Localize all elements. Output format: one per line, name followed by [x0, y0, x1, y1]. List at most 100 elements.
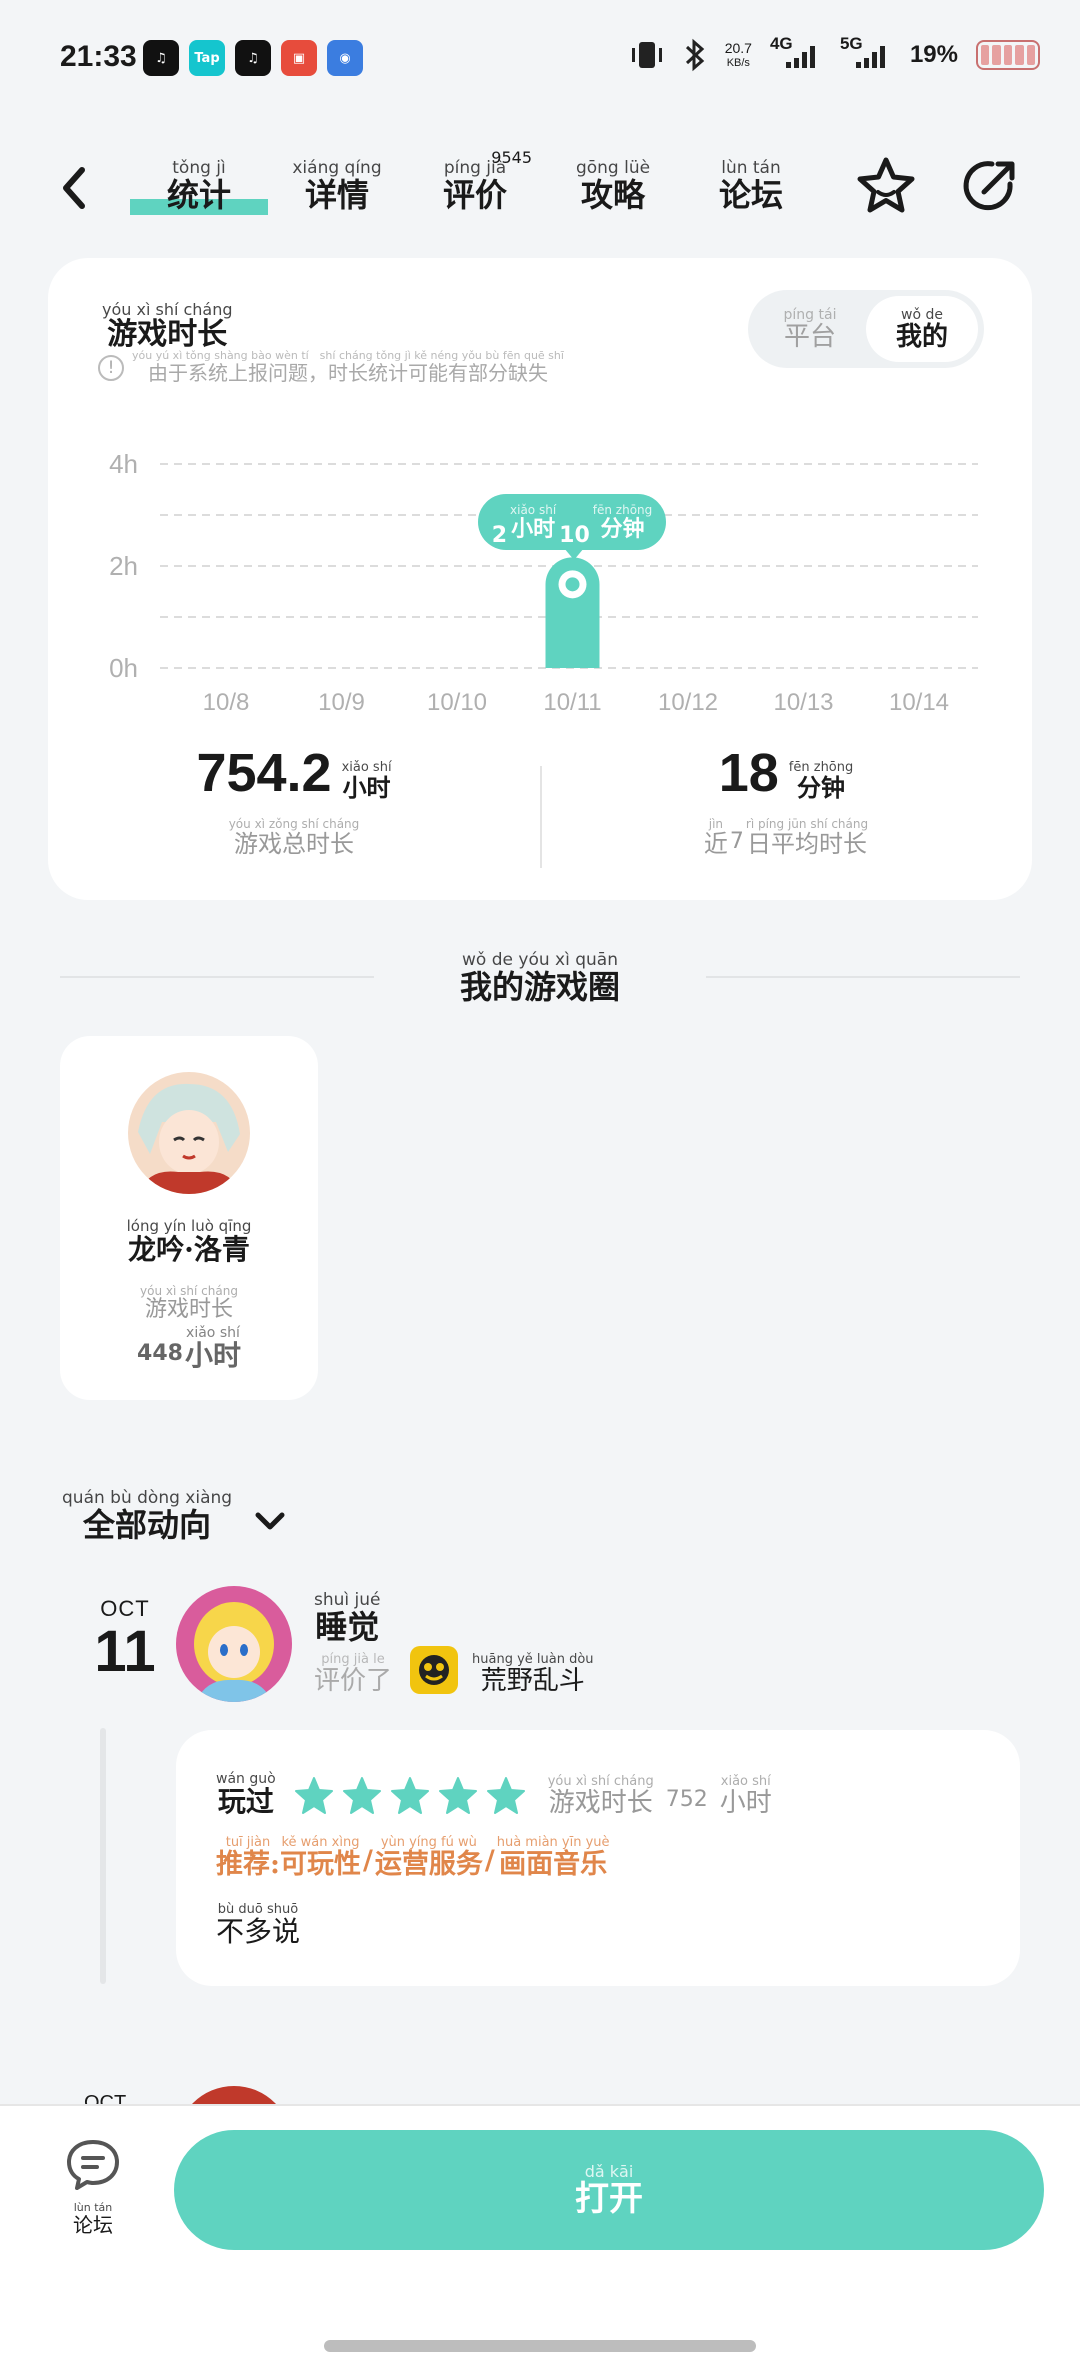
total-label: 游戏总时长	[233, 830, 354, 858]
feed-date: OCT 11	[70, 1596, 180, 1683]
home-indicator[interactable]	[324, 2340, 756, 2352]
next-entry-month: OCT	[84, 2092, 127, 2104]
next-feed-entry: OCT	[0, 2080, 1080, 2104]
total-unit-pinyin: xiǎo shí	[341, 760, 392, 775]
tooltip-hours-unit: 小时	[511, 516, 556, 542]
total-label-pinyin: yóu xì zǒng shí cháng	[228, 817, 360, 831]
tab-reviews[interactable]: 9545 píng jià 评价	[406, 148, 544, 211]
star-icon	[438, 1777, 477, 1814]
tab-stats-label: 统计	[166, 176, 231, 214]
user-avatar[interactable]	[176, 1586, 292, 1702]
avg-label-pre: 近	[703, 830, 728, 858]
forum-label: 论坛	[73, 2213, 113, 2237]
signal-4g: 4G	[770, 34, 822, 68]
tab-guides-pinyin: gōng lüè	[575, 158, 651, 178]
game-circle-card[interactable]: lóng yín luò qīng 龙吟·洛青 yóu xì shí cháng 游…	[60, 1036, 318, 1400]
circle-hours-unit: 小时	[184, 1339, 241, 1372]
feed-action: píng jià le 评价了 huāng yě luàn dòu 荒野乱斗	[314, 1646, 594, 1694]
section-title-pinyin: wǒ de yóu xì quān	[462, 950, 618, 970]
x-tick-label: 10/11	[543, 689, 601, 716]
total-playtime-stat: 754.2 xiǎo shí 小时 yóu xì zǒng shí cháng 游戏…	[48, 746, 540, 856]
x-tick-label: 10/14	[889, 689, 949, 716]
vibrate-icon	[631, 42, 662, 68]
tab-bar: tǒng jì 统计 xiáng qíng 详情 9545 píng jià 评价 g…	[130, 148, 820, 215]
action-pinyin: píng jià le	[321, 1652, 385, 1667]
star-icon	[486, 1777, 525, 1814]
forum-button[interactable]: lùn tán 论坛	[56, 2136, 130, 2235]
tab-stats[interactable]: tǒng jì 统计	[130, 158, 268, 215]
recommend-prefix-pinyin: tuī jiàn	[225, 1835, 271, 1850]
music-icon: ♫	[235, 40, 271, 76]
back-arrow-icon[interactable]	[52, 158, 102, 218]
tag-operations-pinyin: yùn yíng fú wù	[380, 1835, 477, 1850]
brawl-stars-icon[interactable]	[410, 1646, 459, 1694]
nav-actions	[854, 154, 1022, 218]
feed-day: 11	[94, 1619, 156, 1684]
review-text: bù duō shuō 不多说	[216, 1898, 300, 1946]
activity-filter[interactable]: quán bù dòng xiàng 全部动向	[62, 1490, 290, 1541]
x-tick-label: 10/13	[773, 689, 833, 716]
circle-hours-unit-pinyin: xiǎo shí	[186, 1325, 240, 1341]
avg-unit-pinyin: fēn zhōng	[788, 760, 854, 775]
username-pinyin: shuì jué	[314, 1590, 381, 1610]
playtime-stats-card: yóu xì shí cháng 游戏时长 ! yóu yú xì tǒng sh…	[48, 258, 1032, 900]
tooltip-minutes-unit-pinyin: fēn zhōng	[592, 503, 653, 517]
tooltip-minutes-unit: 分钟	[600, 516, 645, 542]
browser-icon: ◉	[327, 40, 363, 76]
game-app-icon: ▣	[281, 40, 317, 76]
notification-icons: ♫ Tap ♫ ▣ ◉	[143, 40, 363, 76]
x-tick-label: 10/12	[658, 689, 718, 716]
played-label: 玩过	[217, 1785, 274, 1818]
action-text: 评价了	[314, 1666, 393, 1696]
recommend-prefix: 推荐:	[216, 1849, 280, 1880]
tooltip-hours-unit-pinyin: xiǎo shí	[510, 503, 557, 517]
net-speed-unit: KB/s	[726, 56, 750, 69]
avg-label-days: 7	[729, 829, 744, 854]
taptap-icon: Tap	[189, 40, 225, 76]
game-pinyin: huāng yě luàn dòu	[472, 1652, 594, 1667]
taptap-icon-label: Tap	[194, 50, 220, 66]
circle-name: 龙吟·洛青	[128, 1233, 250, 1266]
open-pinyin: dǎ kāi	[584, 2162, 634, 2181]
tab-guides[interactable]: gōng lüè 攻略	[544, 158, 682, 212]
tab-details-pinyin: xiáng qíng	[292, 158, 382, 178]
y-tick-label: 0h	[109, 653, 138, 683]
x-tick-label: 10/8	[203, 689, 250, 716]
tag-playability-pinyin: kě wán xìng	[281, 1835, 360, 1850]
y-tick-label: 2h	[109, 551, 138, 581]
review-text-body: 不多说	[216, 1915, 301, 1948]
chevron-down-icon	[255, 1512, 285, 1530]
tag-visuals-pinyin: huà miàn yīn yuè	[496, 1835, 610, 1850]
chart-bar-marker-center	[565, 577, 580, 592]
star-favorite-icon[interactable]	[854, 154, 918, 218]
timeline-line	[100, 1728, 106, 1984]
y-tick-label: 4h	[109, 449, 138, 479]
review-card[interactable]: wán guò 玩过 yóu xì shí cháng 游戏时长 752 xiǎo …	[176, 1730, 1020, 1986]
signal-5g-label: 5G	[839, 34, 863, 53]
tag-visuals: 画面音乐	[499, 1849, 608, 1880]
chart-tooltip: 2 xiǎo shí 小时 10 fēn zhōng 分钟	[478, 494, 666, 560]
avg-unit: 分钟	[797, 773, 846, 802]
feed-username[interactable]: shuì jué 睡觉	[314, 1590, 381, 1646]
share-icon[interactable]	[958, 154, 1022, 218]
playtime-unit: 小时	[719, 1788, 772, 1818]
avg-playtime-stat: 18 fēn zhōng 分钟 jìn 近 7 rì píng jūn shí ch…	[540, 746, 1032, 856]
total-playtime-value: 754.2	[196, 743, 332, 803]
tab-details[interactable]: xiáng qíng 详情	[268, 158, 406, 214]
system-status: 20.7 KB/s 4G 5G 19%	[629, 34, 1040, 72]
bluetooth-icon	[685, 38, 704, 72]
open-game-button[interactable]: dǎ kāi 打开	[174, 2130, 1044, 2250]
next-entry-avatar	[176, 2086, 292, 2104]
circle-sub-pinyin: yóu xì shí cháng	[140, 1284, 238, 1298]
tab-stats-pinyin: tǒng jì	[172, 158, 226, 178]
music-icon: ♫	[143, 40, 179, 76]
playtime-value: 752	[665, 1787, 708, 1812]
username: 睡觉	[315, 1608, 380, 1646]
tab-forum[interactable]: lùn tán 论坛	[682, 158, 820, 214]
game-link[interactable]: huāng yě luàn dòu 荒野乱斗	[472, 1653, 594, 1694]
forum-pinyin: lùn tán	[73, 2201, 113, 2214]
tab-forum-label: 论坛	[718, 176, 783, 214]
playtime-chart: 0h 2h 4h 10/8 10/9 10/10 10/11 10/12 10/13 10/14	[109, 449, 978, 716]
tab-details-label: 详情	[304, 176, 369, 214]
section-title: 我的游戏圈	[459, 968, 620, 1006]
